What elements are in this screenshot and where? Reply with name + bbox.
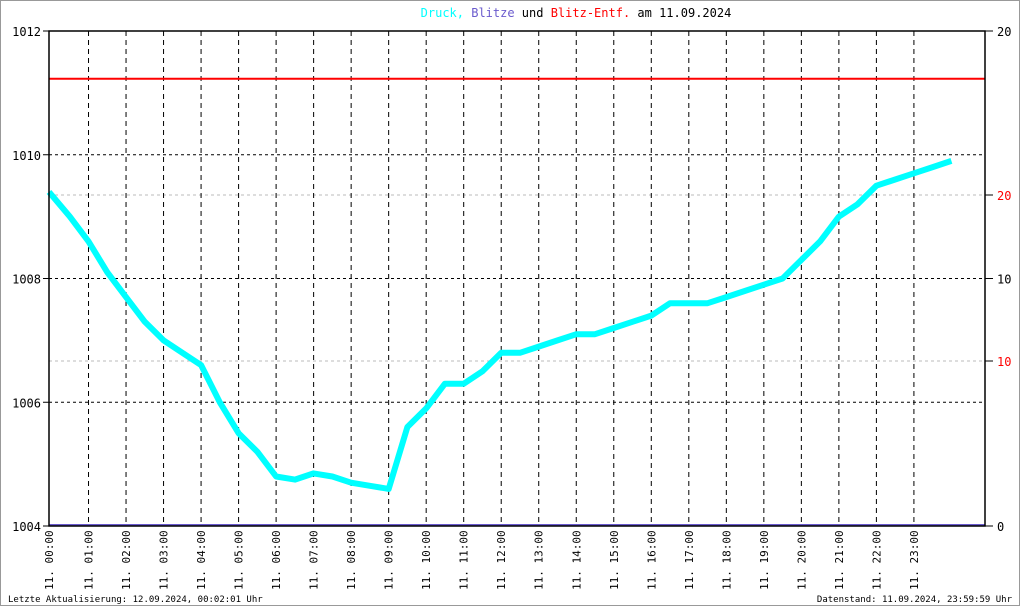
x-tick-label: 11. 11:00 (458, 530, 471, 590)
chart-title: Druck, Blitze und Blitz-Entf. am 11.09.2… (421, 6, 732, 20)
y-tick-label: 1006 (12, 396, 41, 410)
x-tick-label: 11. 00:00 (43, 530, 56, 590)
x-tick-label: 11. 13:00 (533, 530, 546, 590)
x-tick-label: 11. 03:00 (158, 530, 171, 590)
x-tick-label: 11. 10:00 (420, 530, 433, 590)
y-tick-label: 1008 (12, 273, 41, 287)
x-tick-label: 11. 16:00 (645, 530, 658, 590)
x-tick-label: 11. 05:00 (233, 530, 246, 590)
x-tick-label: 11. 17:00 (683, 530, 696, 590)
right-tick-label: 10 (997, 273, 1011, 287)
x-tick-label: 11. 14:00 (570, 530, 583, 590)
title-part: am 11.09.2024 (630, 6, 731, 20)
right-tick-label: 20 (997, 25, 1011, 39)
title-part: Blitz-Entf. (543, 6, 630, 20)
title-part: und (515, 6, 544, 20)
x-tick-label: 11. 21:00 (833, 530, 846, 590)
y-tick-label: 1012 (12, 25, 41, 39)
footer-last-update: Letzte Aktualisierung: 12.09.2024, 00:02… (8, 595, 263, 605)
chart-border (0, 0, 1020, 606)
title-part: Druck, (421, 6, 464, 20)
y-tick-label: 1004 (12, 520, 41, 534)
x-tick-label: 11. 06:00 (270, 530, 283, 590)
x-tick-label: 11. 04:00 (195, 530, 208, 590)
x-tick-label: 11. 19:00 (758, 530, 771, 590)
x-tick-label: 11. 12:00 (495, 530, 508, 590)
red-tick-label: 20 (997, 189, 1011, 203)
y-tick-label: 1010 (12, 149, 41, 163)
pressure-chart: Druck, Blitze und Blitz-Entf. am 11.09.2… (0, 0, 1020, 606)
footer-data-status: Datenstand: 11.09.2024, 23:59:59 Uhr (817, 595, 1013, 605)
x-tick-label: 11. 01:00 (83, 530, 96, 590)
x-tick-label: 11. 18:00 (720, 530, 733, 590)
x-tick-label: 11. 20:00 (795, 530, 808, 590)
red-tick-label: 10 (997, 355, 1011, 369)
x-tick-label: 11. 22:00 (870, 530, 883, 590)
right-tick-label: 0 (997, 520, 1004, 534)
x-tick-label: 11. 08:00 (345, 530, 358, 590)
title-part: Blitze (464, 6, 515, 20)
x-tick-label: 11. 23:00 (908, 530, 921, 590)
x-tick-label: 11. 09:00 (383, 530, 396, 590)
x-tick-label: 11. 15:00 (608, 530, 621, 590)
x-tick-label: 11. 07:00 (308, 530, 321, 590)
x-tick-label: 11. 02:00 (120, 530, 133, 590)
